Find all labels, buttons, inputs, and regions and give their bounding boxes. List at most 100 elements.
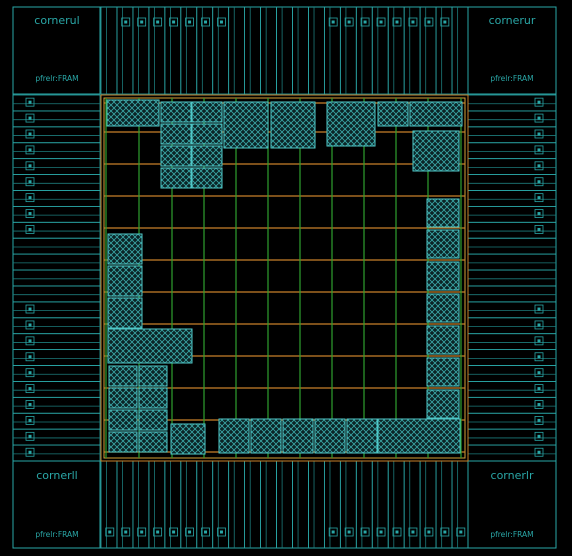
macro-block[interactable] [108,365,138,387]
macro-block[interactable] [426,357,460,387]
macro-block[interactable] [426,293,460,323]
io-pad-bottom[interactable] [292,460,309,549]
io-pad-bottom[interactable] [196,460,214,549]
io-pad-right[interactable] [467,253,557,271]
io-pad-bottom[interactable] [451,460,469,549]
io-pad-top[interactable] [228,6,246,95]
macro-block[interactable] [160,145,192,167]
io-pad-top[interactable] [403,6,421,95]
macro-block[interactable] [160,123,192,145]
macro-block[interactable] [108,387,138,409]
macro-block[interactable] [108,431,138,453]
io-pad-bottom[interactable] [323,460,341,549]
macro-block[interactable] [426,261,460,291]
io-pad-bottom[interactable] [228,460,246,549]
io-pad-bottom[interactable] [148,460,166,549]
io-pad-top[interactable] [260,6,277,95]
io-pad-top[interactable] [212,6,230,95]
macro-block[interactable] [426,229,460,259]
macro-block[interactable] [138,365,168,387]
macro-block[interactable] [377,418,461,454]
macro-block[interactable] [160,101,192,123]
io-pad-bottom[interactable] [371,460,389,549]
macro-block[interactable] [426,198,460,228]
io-pad-top[interactable] [308,6,325,95]
macro-block[interactable] [138,431,168,453]
io-pad-top[interactable] [180,6,198,95]
io-pad-bottom[interactable] [212,460,230,549]
io-pad-top[interactable] [387,6,405,95]
io-pad-top[interactable] [435,6,453,95]
macro-block[interactable] [107,297,143,329]
macro-block[interactable] [170,423,206,455]
macro-block[interactable] [138,409,168,431]
macro-block[interactable] [282,418,314,454]
macro-block[interactable] [191,145,223,167]
pad-pin-icon-core [188,20,192,24]
macro-block[interactable] [314,418,346,454]
io-pad-right[interactable] [467,269,557,287]
macro-block[interactable] [107,265,143,297]
io-pad-left[interactable] [12,269,101,287]
io-pad-bottom[interactable] [116,460,134,549]
io-pad-top[interactable] [244,6,261,95]
macro-block[interactable] [346,418,378,454]
pad-pin-icon-core [28,116,32,120]
io-pad-bottom[interactable] [435,460,453,549]
io-pad-bottom[interactable] [355,460,373,549]
macro-block[interactable] [160,167,192,189]
io-pad-top[interactable] [339,6,357,95]
io-pad-bottom[interactable] [387,460,405,549]
macro-block[interactable] [377,101,409,127]
macro-block[interactable] [218,418,250,454]
macro-block[interactable] [108,409,138,431]
macro-block[interactable] [106,99,160,127]
io-pad-bottom[interactable] [100,460,118,549]
macro-block[interactable] [191,101,223,123]
io-pad-bottom[interactable] [164,460,182,549]
io-pad-top[interactable] [100,6,118,95]
macro-block[interactable] [223,101,269,149]
io-pad-top[interactable] [148,6,166,95]
io-pad-top[interactable] [419,6,437,95]
io-pad-bottom[interactable] [403,460,421,549]
io-pad-left[interactable] [12,253,101,271]
io-pad-bottom[interactable] [276,460,293,549]
macro-block[interactable] [250,418,282,454]
io-pad-right[interactable] [467,237,557,255]
io-pad-left[interactable] [12,237,101,255]
macro-block[interactable] [107,233,143,265]
macro-block[interactable] [412,130,460,172]
io-pad-bottom[interactable] [132,460,150,549]
pad-pin-icon-core [219,20,223,24]
io-pad-top[interactable] [276,6,293,95]
macro-block[interactable] [191,167,223,189]
macro-block[interactable] [107,328,193,364]
io-pad-top[interactable] [196,6,214,95]
io-pad-right[interactable] [467,285,557,303]
io-pad-bottom[interactable] [260,460,277,549]
macro-block[interactable] [326,101,376,147]
io-pad-bottom[interactable] [244,460,261,549]
io-pad-top[interactable] [371,6,389,95]
io-pad-top[interactable] [451,6,469,95]
io-pad-top[interactable] [355,6,373,95]
io-pad-top[interactable] [132,6,150,95]
io-pad-bottom[interactable] [180,460,198,549]
io-pad-bottom[interactable] [419,460,437,549]
corner-ul-subtitle: pfrelr:FRAM [35,74,78,83]
io-pad-top[interactable] [164,6,182,95]
io-pad-top[interactable] [292,6,309,95]
io-pad-bottom[interactable] [339,460,357,549]
macro-block[interactable] [426,389,460,419]
macro-block[interactable] [426,325,460,355]
io-pad-left[interactable] [12,285,101,303]
macro-block[interactable] [138,387,168,409]
macro-block[interactable] [409,101,463,127]
macro-block[interactable] [191,123,223,145]
io-pad-top[interactable] [116,6,134,95]
io-pad-top[interactable] [323,6,341,95]
macro-block[interactable] [270,101,316,149]
io-pad-bottom[interactable] [308,460,325,549]
pad-pin-icon-core [140,20,144,24]
